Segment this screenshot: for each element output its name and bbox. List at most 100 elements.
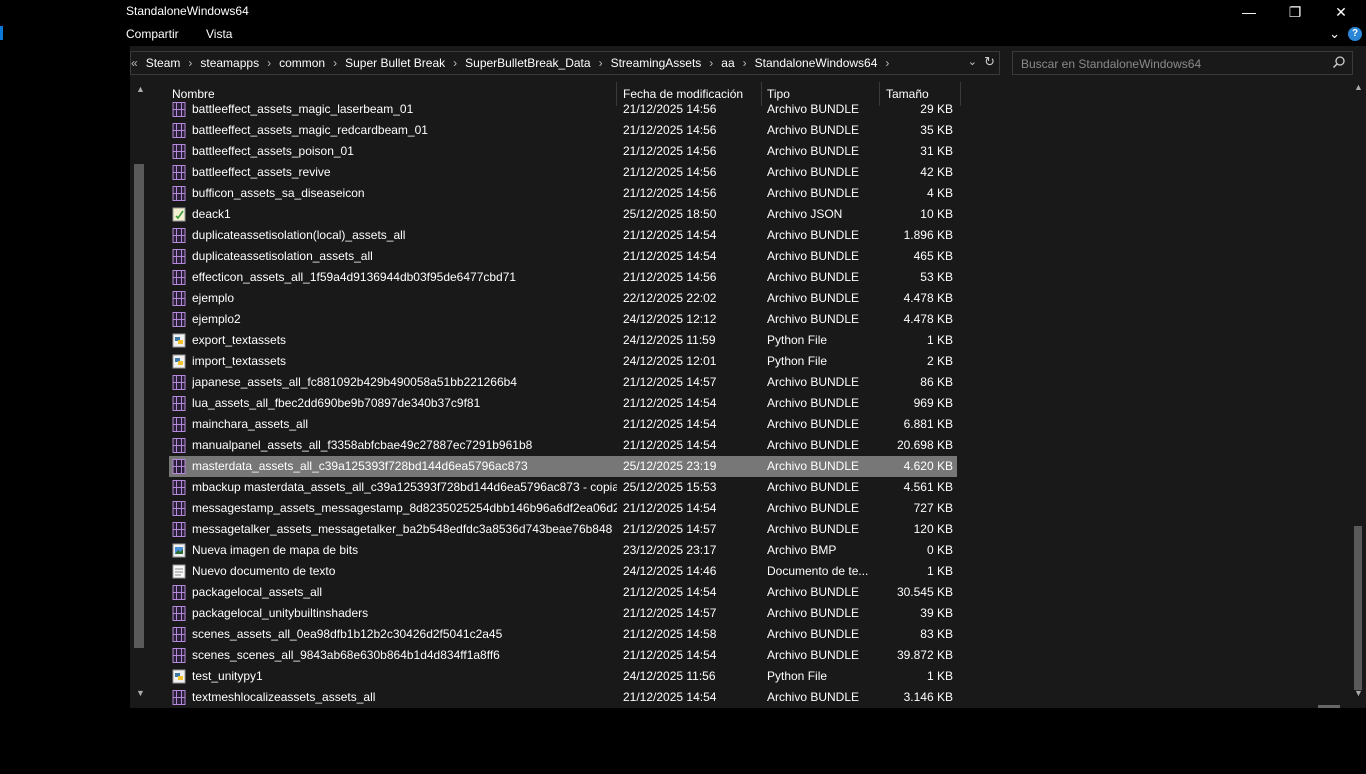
help-icon[interactable]: ? xyxy=(1348,27,1362,41)
nav-scrollbar-thumb[interactable] xyxy=(134,164,144,648)
breadcrumb-chevron-icon[interactable]: › xyxy=(331,56,339,70)
file-name: import_textassets xyxy=(192,354,287,368)
table-row[interactable]: mbackup masterdata_assets_all_c39a125393… xyxy=(169,477,957,498)
table-row[interactable]: duplicateassetisolation(local)_assets_al… xyxy=(169,225,957,246)
breadcrumb: « Steam › steamapps › common › Super Bullet Br… xyxy=(131,52,891,74)
table-row[interactable]: battleeffect_assets_poison_01 21/12/2025 … xyxy=(169,141,957,162)
scroll-up-icon[interactable]: ▲ xyxy=(1354,82,1363,92)
breadcrumb-chevron-icon[interactable]: › xyxy=(597,56,605,70)
breadcrumb-item[interactable]: aa xyxy=(715,56,740,70)
file-type: Archivo JSON xyxy=(767,207,843,221)
minimize-button[interactable]: — xyxy=(1226,0,1272,24)
scroll-down-icon[interactable]: ▼ xyxy=(1354,688,1363,698)
file-name: duplicateassetisolation(local)_assets_al… xyxy=(192,228,406,242)
breadcrumb-item[interactable]: steamapps xyxy=(194,56,265,70)
search-input[interactable] xyxy=(1019,55,1323,73)
table-row[interactable]: packagelocal_assets_all 21/12/2025 14:54 A… xyxy=(169,582,957,603)
file-type: Documento de te... xyxy=(767,564,869,578)
bundle-file-icon xyxy=(172,144,186,159)
breadcrumb-item[interactable]: StandaloneWindows64 xyxy=(749,56,884,70)
file-type: Archivo BUNDLE xyxy=(767,123,860,137)
file-name: textmeshlocalizeassets_assets_all xyxy=(192,690,376,704)
table-row[interactable]: battleeffect_assets_revive 21/12/2025 14:… xyxy=(169,162,957,183)
breadcrumb-item[interactable]: StreamingAssets xyxy=(605,56,708,70)
table-row[interactable]: ejemplo2 24/12/2025 12:12 Archivo BUNDLE 4.… xyxy=(169,309,957,330)
file-date: 21/12/2025 14:54 xyxy=(623,417,717,431)
table-row[interactable]: duplicateassetisolation_assets_all 21/12/… xyxy=(169,246,957,267)
bundle-file-icon xyxy=(172,627,186,642)
file-date: 24/12/2025 14:46 xyxy=(623,564,717,578)
breadcrumb-chevron-icon[interactable]: › xyxy=(186,56,194,70)
breadcrumb-chevron-icon[interactable]: › xyxy=(883,56,891,70)
table-row[interactable]: textmeshlocalizeassets_assets_all 21/12/2… xyxy=(169,687,957,708)
table-row[interactable]: scenes_assets_all_0ea98dfb1b12b2c30426d2… xyxy=(169,624,957,645)
table-row[interactable]: export_textassets 24/12/2025 11:59 Python … xyxy=(169,330,957,351)
file-date: 21/12/2025 14:56 xyxy=(623,270,717,284)
close-button[interactable]: ✕ xyxy=(1318,0,1364,24)
breadcrumb-chevron-icon[interactable]: › xyxy=(707,56,715,70)
title-bar[interactable]: StandaloneWindows64 — ❐ ✕ xyxy=(126,0,1366,24)
bundle-file-icon xyxy=(172,165,186,180)
file-size: 727 KB xyxy=(913,501,953,515)
nav-scroll-up-icon[interactable]: ▲ xyxy=(136,84,145,94)
table-row[interactable]: test_unitypy1 24/12/2025 11:56 Python File… xyxy=(169,666,957,687)
file-type: Archivo BMP xyxy=(767,543,837,557)
table-row[interactable]: bufficon_assets_sa_diseaseicon 21/12/2025… xyxy=(169,183,957,204)
ribbon-expand-chevron-icon[interactable]: ⌄ xyxy=(1329,26,1340,42)
address-bar[interactable]: « Steam › steamapps › common › Super Bullet Br… xyxy=(130,51,1000,75)
file-name: packagelocal_unitybuiltinshaders xyxy=(192,606,369,620)
table-row-selected[interactable]: masterdata_assets_all_c39a125393f728bd14… xyxy=(169,456,957,477)
table-row[interactable]: japanese_assets_all_fc881092b429b490058a… xyxy=(169,372,957,393)
bundle-file-icon xyxy=(172,417,186,432)
table-row[interactable]: effecticon_assets_all_1f59a4d9136944db03… xyxy=(169,267,957,288)
table-row[interactable]: lua_assets_all_fbec2dd690be9b70897de340b… xyxy=(169,393,957,414)
table-row[interactable]: battleeffect_assets_magic_laserbeam_01 21… xyxy=(169,99,957,120)
file-size: 1 KB xyxy=(926,564,953,578)
table-row[interactable]: mainchara_assets_all 21/12/2025 14:54 Arch… xyxy=(169,414,957,435)
file-size: 39.872 KB xyxy=(896,648,953,662)
table-row[interactable]: messagetalker_assets_messagetalker_ba2b5… xyxy=(169,519,957,540)
file-date: 24/12/2025 11:56 xyxy=(623,669,716,683)
file-type: Archivo BUNDLE xyxy=(767,291,860,305)
breadcrumb-item[interactable]: SuperBulletBreak_Data xyxy=(459,56,596,70)
address-dropdown-icon[interactable]: ⌄ xyxy=(968,55,977,68)
file-type: Archivo BUNDLE xyxy=(767,249,860,263)
breadcrumb-chevron-icon[interactable]: › xyxy=(451,56,459,70)
vertical-scrollbar[interactable]: ▲ ▼ xyxy=(1350,80,1366,708)
tab-compartir[interactable]: Compartir xyxy=(126,27,179,41)
table-row[interactable]: deack1 25/12/2025 18:50 Archivo JSON 10 KB xyxy=(169,204,957,225)
file-name: test_unitypy1 xyxy=(192,669,263,683)
table-row[interactable]: Nuevo documento de texto 24/12/2025 14:46… xyxy=(169,561,957,582)
table-row[interactable]: battleeffect_assets_magic_redcardbeam_01… xyxy=(169,120,957,141)
breadcrumb-chevron-icon[interactable]: › xyxy=(741,56,749,70)
breadcrumb-item[interactable]: Steam xyxy=(140,56,187,70)
table-row[interactable]: messagestamp_assets_messagestamp_8d82350… xyxy=(169,498,957,519)
horizontal-scrollbar-thumb[interactable] xyxy=(1318,705,1340,708)
file-size: 53 KB xyxy=(920,270,953,284)
table-row[interactable]: ejemplo 22/12/2025 22:02 Archivo BUNDLE 4.4… xyxy=(169,288,957,309)
breadcrumb-chevron-icon[interactable]: › xyxy=(265,56,273,70)
file-type: Archivo BUNDLE xyxy=(767,396,860,410)
bundle-file-icon xyxy=(172,606,186,621)
refresh-icon[interactable]: ↻ xyxy=(984,54,995,70)
tab-vista[interactable]: Vista xyxy=(206,27,232,41)
file-size: 86 KB xyxy=(920,375,953,389)
nav-scroll-down-icon[interactable]: ▼ xyxy=(136,688,145,698)
status-bar xyxy=(130,708,1366,774)
breadcrumb-overflow-icon[interactable]: « xyxy=(131,56,140,70)
column-divider[interactable] xyxy=(960,82,961,106)
table-row[interactable]: manualpanel_assets_all_f3358abfcbae49c27… xyxy=(169,435,957,456)
vertical-scrollbar-thumb[interactable] xyxy=(1354,526,1362,690)
file-date: 21/12/2025 14:57 xyxy=(623,522,717,536)
search-icon[interactable] xyxy=(1332,55,1346,74)
maximize-button[interactable]: ❐ xyxy=(1272,0,1318,24)
table-row[interactable]: import_textassets 24/12/2025 12:01 Python … xyxy=(169,351,957,372)
bitmap-file-icon xyxy=(172,543,186,558)
table-row[interactable]: packagelocal_unitybuiltinshaders 21/12/20… xyxy=(169,603,957,624)
breadcrumb-item[interactable]: Super Bullet Break xyxy=(339,56,451,70)
table-row[interactable]: scenes_scenes_all_9843ab68e630b864b1d4d8… xyxy=(169,645,957,666)
table-row[interactable]: Nueva imagen de mapa de bits 23/12/2025 2… xyxy=(169,540,957,561)
file-name: battleeffect_assets_magic_laserbeam_01 xyxy=(192,102,414,116)
breadcrumb-item[interactable]: common xyxy=(273,56,331,70)
search-box[interactable] xyxy=(1012,51,1353,75)
